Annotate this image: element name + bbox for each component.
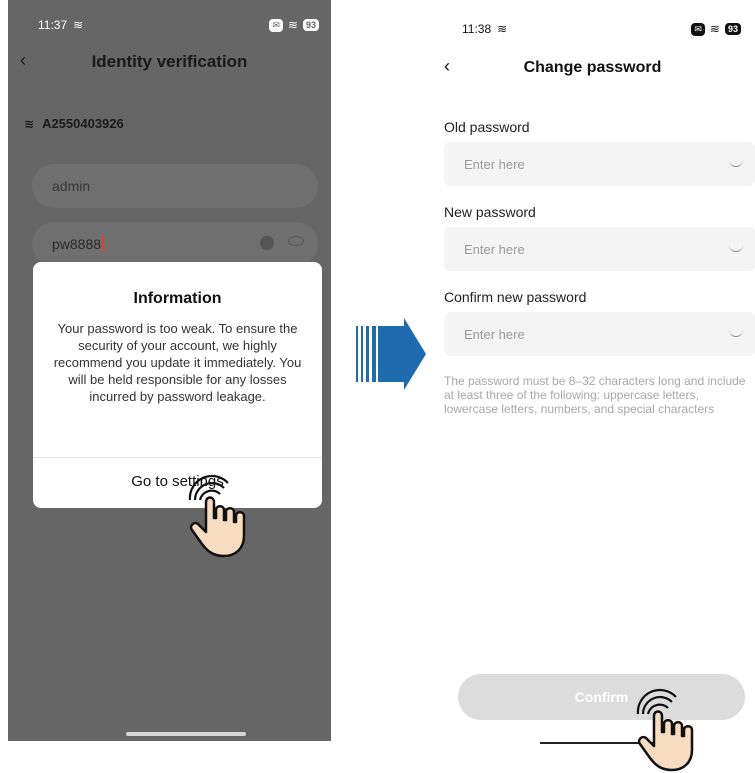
confirm-password-label: Confirm new password: [444, 289, 587, 305]
battery-icon: 93: [302, 19, 319, 31]
notification-icon: ✉: [691, 22, 705, 36]
wifi-icon: ≋: [497, 22, 508, 36]
information-dialog: Information Your password is too weak. T…: [33, 262, 322, 508]
page-title: Identity verification: [91, 52, 248, 71]
status-bar-left: 11:37 ≋: [38, 18, 83, 32]
status-bar-right: ✉ ≋ 93: [269, 18, 319, 32]
username-value: admin: [52, 178, 91, 194]
confirm-label: Confirm: [574, 689, 629, 705]
new-password-input[interactable]: Enter here: [444, 227, 755, 271]
go-to-settings-button[interactable]: Go to settings: [33, 473, 322, 490]
notification-icon: ✉: [269, 18, 283, 32]
new-password-placeholder: Enter here: [464, 241, 525, 257]
password-requirements-hint: The password must be 8–32 characters lon…: [444, 374, 746, 416]
flow-arrow-icon: [356, 318, 426, 390]
identity-verification-screen: 11:37 ≋ ✉ ≋ 93 ‹ Identity verification ≋…: [8, 0, 331, 741]
clear-icon[interactable]: [260, 236, 274, 250]
dialog-message: Your password is too weak. To ensure the…: [53, 321, 302, 404]
old-password-placeholder: Enter here: [464, 156, 525, 172]
username-field[interactable]: admin: [32, 164, 318, 208]
password-value: pw8888: [52, 236, 102, 252]
status-bar-right: ✉ ≋ 93: [691, 22, 741, 36]
text-caret: [102, 236, 105, 252]
tap-hand-icon: [636, 688, 694, 772]
dialog-title: Information: [133, 290, 222, 307]
confirm-password-placeholder: Enter here: [464, 326, 525, 342]
status-time: 11:38: [462, 22, 492, 36]
status-bar-left: 11:38 ≋: [462, 22, 507, 36]
confirm-password-input[interactable]: Enter here: [444, 312, 755, 356]
wifi-icon: ≋: [24, 116, 35, 131]
page-title: Change password: [523, 59, 662, 76]
wifi-icon: ≋: [709, 22, 720, 36]
device-name: A2550403926: [42, 116, 124, 131]
eye-closed-icon[interactable]: [729, 330, 743, 337]
eye-closed-icon[interactable]: [729, 160, 743, 167]
device-row: ≋ A2550403926: [24, 116, 124, 131]
change-password-screen: 11:38 ≋ ✉ ≋ 93 ‹ Change password Old pas…: [430, 0, 755, 773]
password-field-icons: [260, 236, 304, 250]
wifi-icon: ≋: [287, 18, 298, 32]
dialog-divider: [33, 457, 322, 458]
status-time: 11:37: [38, 18, 68, 32]
eye-closed-icon[interactable]: [729, 245, 743, 252]
home-indicator: [126, 732, 246, 736]
tap-hand-icon: [188, 474, 246, 558]
battery-icon: 93: [724, 23, 741, 35]
wifi-icon: ≋: [73, 18, 84, 32]
eye-icon[interactable]: [288, 236, 304, 246]
password-field[interactable]: pw8888: [32, 222, 318, 266]
new-password-label: New password: [444, 204, 536, 220]
old-password-input[interactable]: Enter here: [444, 142, 755, 186]
old-password-label: Old password: [444, 119, 530, 135]
